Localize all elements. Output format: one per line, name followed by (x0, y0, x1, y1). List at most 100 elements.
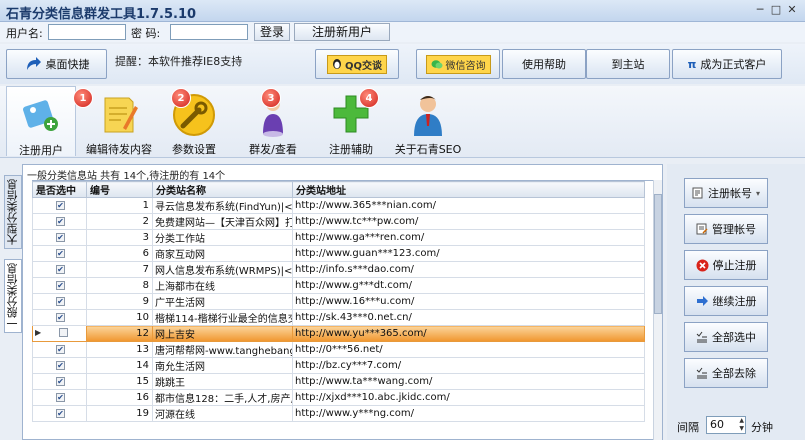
table-row[interactable]: ✔ 14 南允生活网 http://bz.cy***7.com/ (32, 357, 645, 374)
login-button[interactable]: 登录 (254, 23, 290, 41)
row-id: 7 (86, 261, 153, 278)
go-to-main-site-button[interactable]: 到主站 (586, 49, 670, 79)
row-site-name: 上海都市在线 (152, 277, 293, 294)
table-row[interactable]: ✔ 13唐河帮帮网-www.tanghebangbanghttp://0***56… (32, 341, 645, 358)
sites-panel: 一般分类信息站 共有 14个,待注册的有 14个 是否选中 编号 分类站名称 分… (22, 164, 663, 440)
row-select-cell[interactable]: ✔ (32, 245, 87, 262)
row-select-cell[interactable]: ✔ (32, 229, 87, 246)
interval-stepper[interactable]: 60 ▲ ▼ (706, 416, 746, 434)
username-input[interactable] (48, 24, 126, 40)
row-checkbox[interactable]: ✔ (56, 233, 65, 242)
row-checkbox[interactable]: ✔ (56, 409, 65, 418)
row-select-cell[interactable]: ✔ (32, 213, 87, 230)
row-select-cell[interactable]: ▶ (32, 325, 87, 342)
table-row[interactable]: ✔ 16都市信息128：二手,人才,房产,免费http://xjxd***10.a… (32, 389, 645, 406)
manage-account-button[interactable]: 管理帐号 (684, 214, 768, 244)
row-checkbox[interactable]: ✔ (56, 297, 65, 306)
step-badge-3: 3 (261, 88, 281, 108)
table-row[interactable]: ✔ 19 河源在线 http://www.y***ng.com/ (32, 405, 645, 422)
select-all-button[interactable]: 全部选中 (684, 322, 768, 352)
main-site-label: 到主站 (611, 58, 645, 71)
stepper-arrows-icon[interactable]: ▲ ▼ (739, 417, 744, 433)
select-all-icon (696, 331, 707, 343)
row-id: 13 (86, 341, 153, 358)
scrollbar-thumb[interactable] (654, 194, 662, 314)
maximize-icon[interactable]: □ (769, 3, 783, 17)
title-bar: 石青分类信息群发工具1.7.5.10 ─ □ ✕ (0, 0, 805, 22)
register-user-icon (23, 100, 58, 131)
password-input[interactable] (170, 24, 248, 40)
tab-general-sites[interactable]: 一般分类信息站 (4, 259, 35, 333)
row-select-cell[interactable]: ✔ (32, 309, 87, 326)
deselect-all-button[interactable]: 全部去除 (684, 358, 768, 388)
table-row[interactable]: ✔ 9 广平生活网 http://www.16***u.com/ (32, 293, 645, 310)
row-checkbox[interactable]: ✔ (56, 249, 65, 258)
tab-about[interactable]: 关于石青SEO (393, 86, 463, 156)
grid-scrollbar[interactable] (653, 180, 662, 440)
table-row[interactable]: ✔ 1寻云信息发布系统(FindYun)|<<最http://www.365***… (32, 197, 645, 214)
qq-penguin-icon (332, 59, 341, 69)
row-select-cell[interactable]: ✔ (32, 405, 87, 422)
row-select-cell[interactable]: ✔ (32, 197, 87, 214)
table-row[interactable]: ✔ 7网人信息发布系统(WRMPS)|<<最专http://info.s***da… (32, 261, 645, 278)
row-checkbox[interactable] (59, 327, 69, 337)
minimize-icon[interactable]: ─ (753, 3, 767, 17)
row-site-url: http://info.s***dao.com/ (292, 261, 645, 278)
tab-settings-label: 参数设置 (172, 143, 216, 156)
register-account-button[interactable]: 注册帐号 ▾ (684, 178, 768, 208)
table-row[interactable]: ✔ 15 跳跳王 http://www.ta***wang.com/ (32, 373, 645, 390)
row-checkbox[interactable]: ✔ (56, 281, 65, 290)
row-checkbox[interactable]: ✔ (56, 361, 65, 370)
tab-edit-content[interactable]: 编辑待发内容 (84, 86, 154, 156)
desktop-shortcut-button[interactable]: 桌面快捷 (6, 49, 107, 79)
tab-register-user-label: 注册用户 (19, 144, 63, 157)
col-site-name[interactable]: 分类站名称 (152, 181, 293, 198)
row-select-cell[interactable]: ✔ (32, 389, 87, 406)
row-select-cell[interactable]: ✔ (32, 341, 87, 358)
row-site-name: 楷梯114-楷梯行业最全的信息交流 (152, 309, 293, 326)
tab-large-sites[interactable]: 大型分类信息站 (4, 175, 35, 249)
row-select-cell[interactable]: ✔ (32, 293, 87, 310)
table-row[interactable]: ✔ 2 免费建网站—【天津百众网】打造 http://www.tc***pw.com/ (32, 213, 645, 230)
close-icon[interactable]: ✕ (785, 3, 799, 17)
tab-register-user[interactable]: 注册用户 (6, 86, 76, 157)
col-selected[interactable]: 是否选中 (32, 181, 87, 198)
help-label: 使用帮助 (522, 58, 566, 71)
row-checkbox[interactable]: ✔ (56, 265, 65, 274)
row-site-name: 广平生活网 (152, 293, 293, 310)
help-button[interactable]: 使用帮助 (502, 49, 586, 79)
become-customer-button[interactable]: π 成为正式客户 (672, 49, 782, 79)
wechat-consult-button[interactable]: 微信咨询 (416, 49, 500, 79)
register-account-label: 注册帐号 (707, 187, 752, 200)
row-checkbox[interactable]: ✔ (56, 393, 65, 402)
about-person-icon (414, 96, 442, 136)
continue-register-button[interactable]: 继续注册 (684, 286, 768, 316)
login-bar: 用户名: 密 码: 登录 注册新用户 (0, 22, 805, 42)
row-select-cell[interactable]: ✔ (32, 261, 87, 278)
row-select-cell[interactable]: ✔ (32, 277, 87, 294)
row-checkbox[interactable]: ✔ (56, 345, 65, 354)
row-site-name: 网上吉安 (152, 325, 293, 342)
continue-arrow-icon (696, 296, 708, 306)
row-site-name: 南允生活网 (152, 357, 293, 374)
table-row[interactable]: ✔ 3 分类工作站 http://www.ga***ren.com/ (32, 229, 645, 246)
table-row[interactable]: ✔ 6 商家互动网 http://www.guan***123.com/ (32, 245, 645, 262)
row-site-url: http://www.g***dt.com/ (292, 277, 645, 294)
row-checkbox[interactable]: ✔ (56, 377, 65, 386)
qq-chat-button[interactable]: QQ交谈 (315, 49, 399, 79)
table-row[interactable]: ✔ 8 上海都市在线 http://www.g***dt.com/ (32, 277, 645, 294)
qq-chat-label: QQ交谈 (344, 60, 382, 72)
row-id: 6 (86, 245, 153, 262)
row-site-url: http://xjxd***10.abc.jkidc.com/ (292, 389, 645, 406)
row-checkbox[interactable]: ✔ (56, 313, 65, 322)
stop-register-button[interactable]: 停止注册 (684, 250, 768, 280)
row-select-cell[interactable]: ✔ (32, 357, 87, 374)
table-row[interactable]: ▶ 12 网上吉安 http://www.yu***365.com/ (32, 325, 645, 342)
row-select-cell[interactable]: ✔ (32, 373, 87, 390)
row-checkbox[interactable]: ✔ (56, 201, 65, 210)
register-new-user-button[interactable]: 注册新用户 (294, 23, 390, 41)
col-id[interactable]: 编号 (86, 181, 153, 198)
row-checkbox[interactable]: ✔ (56, 217, 65, 226)
col-site-url[interactable]: 分类站地址 (292, 181, 645, 198)
table-row[interactable]: ✔ 10 楷梯114-楷梯行业最全的信息交流 http://sk.43***0.net… (32, 309, 645, 326)
